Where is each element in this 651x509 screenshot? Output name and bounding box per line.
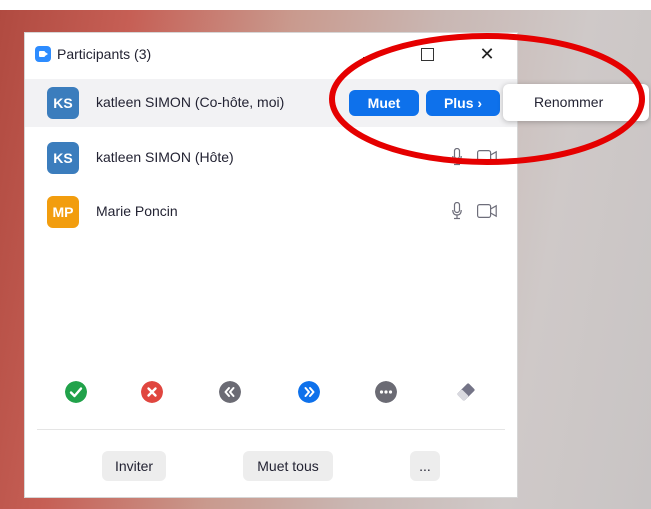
maximize-button[interactable] <box>412 39 442 69</box>
minimize-button[interactable] <box>355 39 385 69</box>
microphone-icon <box>452 148 462 166</box>
mute-all-button[interactable]: Muet tous <box>243 451 333 481</box>
maximize-icon <box>421 48 434 61</box>
close-button[interactable]: ✕ <box>472 39 502 69</box>
more-options-button[interactable]: ... <box>410 451 440 481</box>
invite-button[interactable]: Inviter <box>102 451 166 481</box>
minimize-icon <box>363 57 377 58</box>
check-icon[interactable] <box>65 381 87 403</box>
avatar: MP <box>47 196 79 228</box>
camera-icon <box>477 204 497 218</box>
participant-name: katleen SIMON (Hôte) <box>96 149 234 165</box>
title-bar: Participants (3) ✕ <box>25 33 517 75</box>
participant-name: katleen SIMON (Co-hôte, moi) <box>96 94 285 110</box>
more-button[interactable]: Plus › <box>426 90 500 116</box>
x-icon[interactable] <box>141 381 163 403</box>
participant-row[interactable]: MP Marie Poncin <box>25 188 517 236</box>
avatar: KS <box>47 87 79 119</box>
mute-button[interactable]: Muet <box>349 90 419 116</box>
close-icon: ✕ <box>479 44 495 64</box>
participant-row[interactable]: KS katleen SIMON (Co-hôte, moi) Muet Plu… <box>25 79 517 127</box>
avatar: KS <box>47 142 79 174</box>
context-menu: Renommer <box>503 84 649 121</box>
participants-window: Participants (3) ✕ KS katleen SIMON (Co-… <box>24 32 518 498</box>
microphone-icon <box>452 202 462 220</box>
window-title: Participants (3) <box>57 46 152 62</box>
zoom-app-icon <box>35 46 51 62</box>
reaction-toolbar <box>25 377 517 417</box>
rewind-icon[interactable] <box>219 381 241 403</box>
participant-name: Marie Poncin <box>96 203 178 219</box>
rename-menu-item[interactable]: Renommer <box>534 94 603 110</box>
fast-forward-icon[interactable] <box>298 381 320 403</box>
top-strip <box>0 0 651 10</box>
more-icon[interactable] <box>375 381 397 403</box>
participant-row[interactable]: KS katleen SIMON (Hôte) <box>25 134 517 182</box>
divider <box>37 429 505 430</box>
camera-icon <box>477 150 497 164</box>
eraser-icon[interactable] <box>455 381 477 403</box>
